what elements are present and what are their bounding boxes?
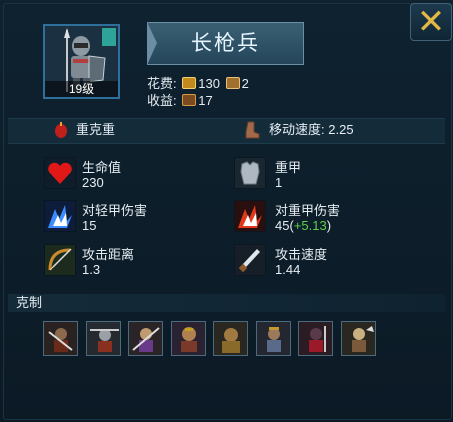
counter-unit-8[interactable] (341, 321, 376, 356)
heavy-armor-icon (234, 157, 266, 189)
cost-gold: 130 (198, 76, 220, 91)
move-speed-value: 2.25 (328, 122, 354, 137)
attr-value-armor: 1 (275, 175, 283, 190)
income-row: 收益: 17 (147, 90, 213, 109)
attr-name-attack-speed: 攻击速度 (275, 247, 328, 262)
unit-portrait: 19级 (43, 24, 120, 99)
cost-supply: 2 (241, 76, 249, 91)
move-speed-label: 移动速度: (269, 122, 325, 137)
dagger-icon (234, 244, 266, 276)
attr-name-range: 攻击距离 (82, 247, 135, 262)
counter-unit-2[interactable] (86, 321, 121, 356)
counter-unit-5[interactable] (213, 321, 248, 356)
light-armor-damage-icon (44, 200, 76, 232)
unit-info-panel: ✕ 19级 长枪兵 花费: 130 2 收益: 17 重克重 移动速度: 2.2… (0, 0, 453, 422)
trait-icon (55, 122, 67, 138)
trait-text: 重克重 (76, 122, 116, 137)
counter-unit-4[interactable] (171, 321, 206, 356)
attr-value-light-damage: 15 (82, 218, 97, 233)
attr-value-heavy-damage: 45(+5.13) (275, 218, 332, 233)
rank-badge (102, 28, 116, 46)
supply-icon (225, 77, 240, 89)
counter-unit-6[interactable] (256, 321, 291, 356)
income-chest-icon (182, 94, 197, 106)
attr-name-heavy-damage: 对重甲伤害 (275, 203, 341, 218)
attr-value-attack-speed: 1.44 (275, 262, 301, 277)
unit-level: 19级 (45, 81, 118, 97)
bow-icon (44, 244, 76, 276)
income-label: 收益: (147, 93, 177, 108)
boot-icon (245, 121, 260, 139)
move-speed: 移动速度: 2.25 (269, 118, 354, 142)
heavy-damage-bonus: +5.13 (293, 218, 327, 233)
cost-label: 花费: (147, 76, 177, 91)
counter-unit-1[interactable] (43, 321, 78, 356)
close-button[interactable]: ✕ (410, 3, 452, 41)
attr-name-armor: 重甲 (275, 160, 302, 175)
attr-value-hp: 230 (82, 175, 104, 190)
heavy-damage-base: 45 (275, 218, 290, 233)
counter-label: 克制 (8, 294, 445, 312)
counter-unit-7[interactable] (298, 321, 333, 356)
heart-icon (44, 157, 76, 189)
income-value: 17 (198, 93, 213, 108)
counter-unit-3[interactable] (128, 321, 163, 356)
info-band (8, 118, 445, 144)
gold-icon (182, 77, 197, 89)
close-icon: ✕ (416, 2, 446, 42)
heavy-armor-damage-icon (234, 200, 266, 232)
attr-value-range: 1.3 (82, 262, 101, 277)
unit-name: 长枪兵 (191, 32, 260, 55)
attr-name-hp: 生命值 (82, 160, 122, 175)
attr-name-light-damage: 对轻甲伤害 (82, 203, 148, 218)
